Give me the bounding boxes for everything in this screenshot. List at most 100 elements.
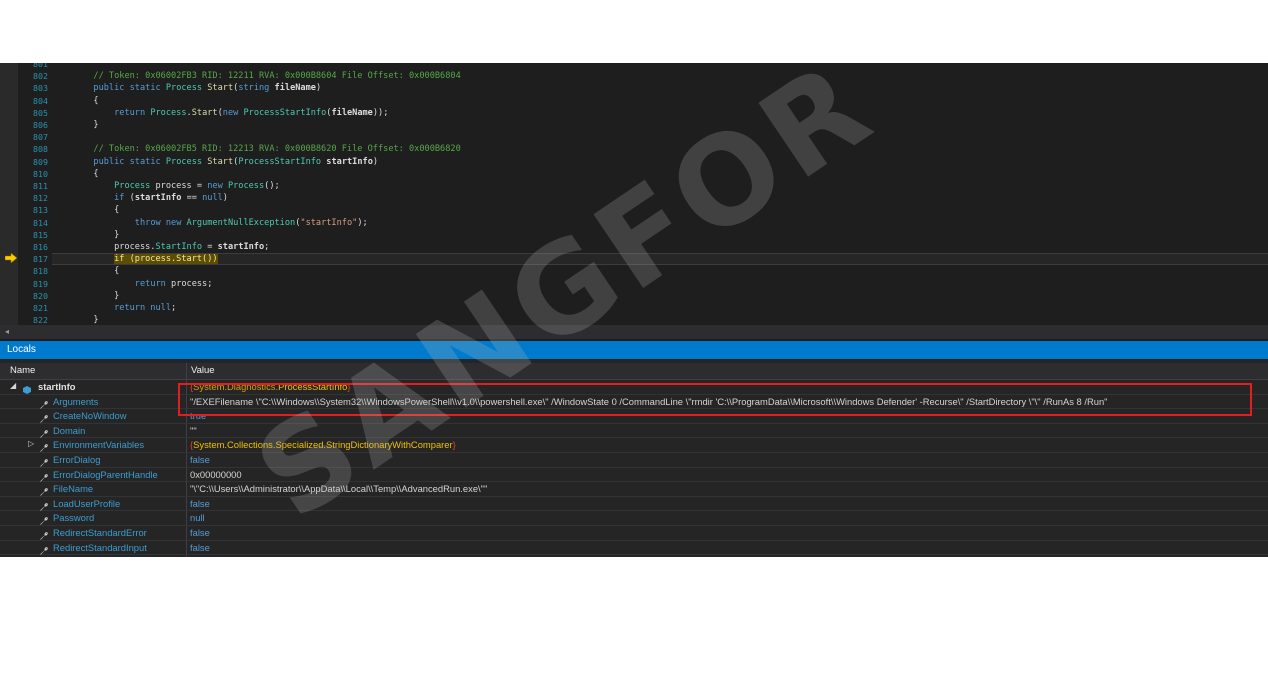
code-line[interactable]: {: [52, 168, 1268, 180]
variable-name: LoadUserProfile: [53, 497, 121, 509]
code-token: ): [222, 193, 228, 204]
name-column-header[interactable]: Name: [10, 365, 35, 376]
variable-value[interactable]: 0x00000000: [190, 468, 242, 482]
locals-property-row[interactable]: ErrorDialogParentHandle 0x00000000: [0, 468, 1268, 483]
variable-name: Password: [53, 512, 95, 524]
code-editor[interactable]: 801 802 803 804 805 806 807 808 809 810 811 812 813 8…: [0, 63, 1268, 325]
line-number: 816: [33, 242, 48, 252]
locals-property-row[interactable]: ErrorDialog false: [0, 453, 1268, 468]
line-number: 814: [33, 217, 48, 228]
glyph-margin[interactable]: [0, 63, 18, 325]
code-token: null: [202, 193, 223, 204]
variable-value[interactable]: null: [190, 511, 205, 525]
code-line[interactable]: }: [52, 119, 1268, 131]
code-token: throw new: [134, 217, 187, 228]
variable-value[interactable]: "\"C:\\Users\\Administrator\\AppData\\Lo…: [190, 482, 487, 496]
locals-property-row[interactable]: RedirectStandardOutput false: [0, 555, 1268, 557]
variable-name: ErrorDialog: [53, 454, 101, 465]
locals-property-row[interactable]: RedirectStandardInput false: [0, 541, 1268, 556]
code-line[interactable]: }: [52, 314, 1268, 325]
variable-name: CreateNoWindow: [53, 410, 127, 422]
code-line[interactable]: {: [52, 204, 1268, 216]
code-line[interactable]: process.StartInfo = startInfo;: [52, 241, 1268, 253]
wrench-icon: [39, 543, 49, 555]
code-line[interactable]: {: [52, 265, 1268, 277]
locals-property-row[interactable]: ▷ EnvironmentVariables {System.Collections…: [0, 438, 1268, 453]
line-number: 811: [33, 181, 48, 191]
variable-value[interactable]: false: [190, 453, 210, 467]
code-line[interactable]: // Token: 0x06002FB5 RID: 12213 RVA: 0x0…: [52, 143, 1268, 155]
wrench-icon: [39, 411, 49, 423]
locals-property-row[interactable]: Domain "": [0, 424, 1268, 439]
code-token: );: [357, 217, 368, 228]
code-token: ==: [181, 193, 203, 204]
code-token: startInfo: [326, 156, 373, 167]
line-number: 810: [33, 168, 48, 179]
locals-property-row[interactable]: FileName "\"C:\\Users\\Administrator\\App…: [0, 482, 1268, 497]
code-token: Start: [191, 107, 218, 118]
collapse-icon[interactable]: ◢: [10, 381, 18, 391]
code-token: process =: [150, 181, 208, 191]
code-token: "startInfo": [300, 217, 358, 228]
code-line[interactable]: {: [52, 95, 1268, 107]
value-segment: }: [452, 439, 456, 451]
line-numbers: 801 802 803 804 805 806 807 808 809 810 811 812 813 8…: [18, 63, 48, 325]
code-token: }: [52, 290, 120, 301]
variable-name: startInfo: [38, 381, 76, 392]
code-token: Start: [207, 156, 234, 167]
code-line[interactable]: }: [52, 290, 1268, 302]
code-token: Start: [207, 83, 234, 94]
variable-value[interactable]: "": [190, 424, 197, 438]
current-code-line[interactable]: if (process.Start()): [52, 253, 1268, 266]
variable-name: ErrorDialogParentHandle: [53, 468, 158, 480]
line-number: 801: [33, 63, 48, 69]
locals-property-row[interactable]: LoadUserProfile false: [0, 497, 1268, 512]
variable-value[interactable]: false: [190, 555, 210, 557]
variable-value[interactable]: {System.Collections.Specialized.StringDi…: [190, 438, 456, 452]
code-token: Process: [150, 107, 187, 118]
code-line[interactable]: public static Process Start(string fileN…: [52, 82, 1268, 94]
variable-value[interactable]: false: [190, 526, 210, 540]
line-number: 808: [33, 144, 48, 155]
current-statement-arrow-icon: [5, 253, 17, 263]
code-line[interactable]: // Token: 0x06002FB3 RID: 12211 RVA: 0x0…: [52, 70, 1268, 82]
locals-property-row[interactable]: Password null: [0, 511, 1268, 526]
locals-property-row[interactable]: RedirectStandardError false: [0, 526, 1268, 541]
code-line[interactable]: [52, 131, 1268, 143]
wrench-icon: [39, 499, 49, 511]
code-line[interactable]: Process process = new Process();: [52, 180, 1268, 192]
horizontal-scrollbar[interactable]: ◂: [0, 325, 1268, 339]
locals-window-title[interactable]: Locals: [0, 341, 1268, 359]
code-line[interactable]: if (startInfo == null): [52, 192, 1268, 204]
code-line[interactable]: return process;: [52, 278, 1268, 290]
code-token: StartInfo: [155, 242, 203, 252]
variable-value[interactable]: false: [190, 541, 210, 555]
line-number: 822: [33, 315, 48, 325]
code-line[interactable]: }: [52, 229, 1268, 241]
code-token: public static: [93, 156, 166, 167]
wrench-icon: [39, 513, 49, 526]
code-token: fileName: [331, 107, 373, 118]
code-token: ;: [264, 242, 270, 252]
code-lines[interactable]: // Token: 0x06002FB3 RID: 12211 RVA: 0x0…: [52, 63, 1268, 325]
value-column-header[interactable]: Value: [191, 365, 215, 376]
code-line[interactable]: return null;: [52, 302, 1268, 314]
code-line[interactable]: public static Process Start(ProcessStart…: [52, 156, 1268, 168]
scroll-left-icon[interactable]: ◂: [5, 327, 9, 337]
code-token: {: [52, 168, 99, 179]
expand-icon[interactable]: ▷: [28, 439, 36, 449]
line-number: 806: [33, 120, 48, 130]
variable-name: EnvironmentVariables: [53, 439, 145, 451]
variable-value[interactable]: false: [190, 497, 210, 511]
code-line[interactable]: return Process.Start(new ProcessStartInf…: [52, 107, 1268, 119]
code-token: Process: [165, 83, 203, 94]
code-line[interactable]: [52, 63, 1268, 70]
variable-name: RedirectStandardOutput: [53, 555, 154, 557]
code-line[interactable]: throw new ArgumentNullException("startIn…: [52, 217, 1268, 229]
line-number: 820: [33, 290, 48, 301]
